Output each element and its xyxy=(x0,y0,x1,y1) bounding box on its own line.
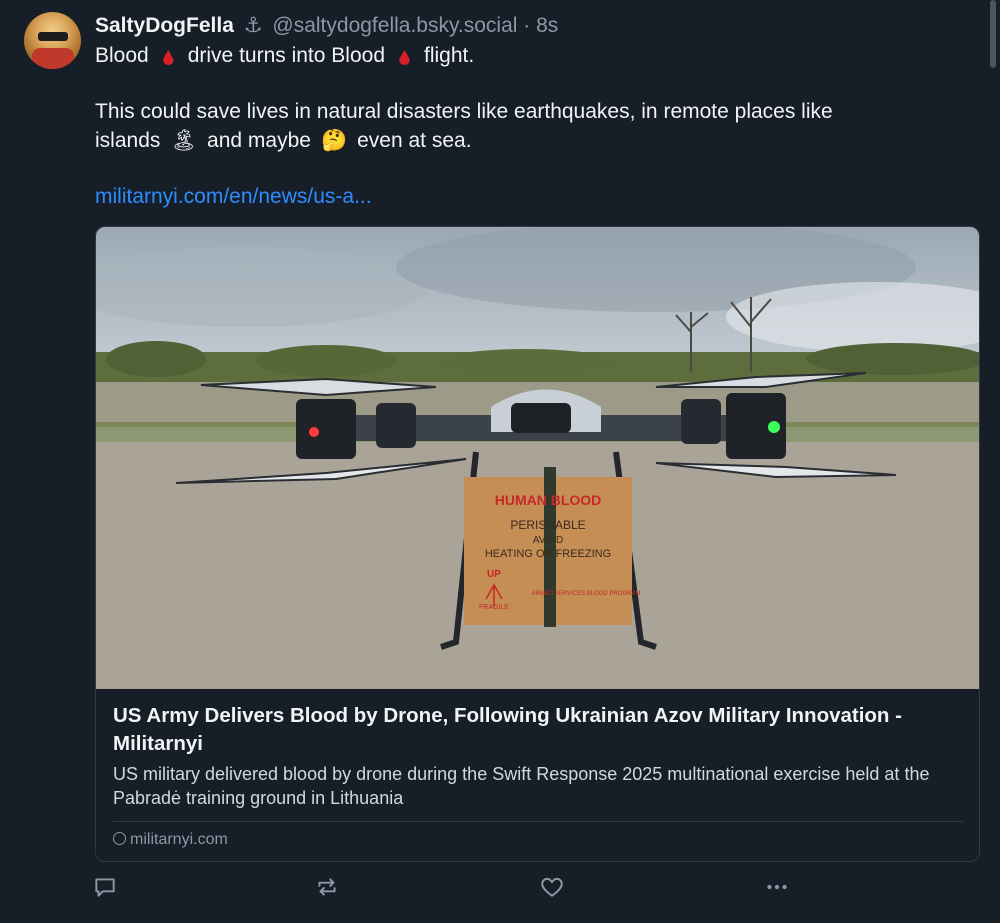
card-domain: militarnyi.com xyxy=(113,830,228,850)
avatar-jacket xyxy=(32,48,74,69)
scrollbar[interactable] xyxy=(990,0,996,68)
card-image[interactable]: HUMAN BLOOD PERISHABLE AVOID HEATING OR … xyxy=(96,227,979,689)
text-and-maybe: and maybe xyxy=(207,129,311,152)
post-link[interactable]: militarnyi.com/en/news/us-a... xyxy=(95,185,372,208)
separator-dot: · xyxy=(523,14,531,37)
timestamp[interactable]: 8s xyxy=(536,14,558,37)
box-label-1: HUMAN BLOOD xyxy=(495,492,602,508)
heart-icon[interactable] xyxy=(539,874,565,900)
card-description: US military delivered blood by drone dur… xyxy=(113,764,930,808)
more-icon[interactable] xyxy=(764,874,790,900)
blood-drop-icon xyxy=(162,50,174,65)
post-header: SaltyDogFella ⚓ @saltydogfella.bsky.soci… xyxy=(95,12,558,40)
card-title[interactable]: US Army Delivers Blood by Drone, Followi… xyxy=(113,702,963,758)
avatar[interactable] xyxy=(24,12,81,69)
card-divider xyxy=(113,821,963,822)
display-name[interactable]: SaltyDogFella xyxy=(95,14,234,37)
reply-icon[interactable] xyxy=(92,874,118,900)
blood-drop-icon xyxy=(399,50,410,65)
text-save-lives: This could save lives in natural disaste… xyxy=(95,100,833,123)
box-label-5: UP xyxy=(487,569,501,580)
post-actions xyxy=(0,874,1000,902)
text-islands: islands xyxy=(95,129,161,152)
text-flight: flight. xyxy=(424,44,475,67)
post-text: Blood drive turns into Blood flight. This … xyxy=(95,42,965,211)
drone-photo: HUMAN BLOOD PERISHABLE AVOID HEATING OR … xyxy=(96,227,979,689)
anchor-icon: ⚓ xyxy=(243,14,263,37)
post: SaltyDogFella ⚓ @saltydogfella.bsky.soci… xyxy=(0,0,1000,923)
box-label-2: PERISHABLE xyxy=(510,518,585,532)
text-drive: drive turns into Blood xyxy=(187,44,385,67)
post-line-2: This could save lives in natural disaste… xyxy=(95,98,965,155)
text-even-at-sea: even at sea. xyxy=(357,129,472,152)
repost-icon[interactable] xyxy=(314,874,340,900)
box-label-4: HEATING OR FREEZING xyxy=(485,548,611,560)
post-line-1: Blood drive turns into Blood flight. xyxy=(95,42,965,70)
box-label-7: ARMED SERVICES BLOOD PROGRAM xyxy=(532,591,641,597)
text-blood-1: Blood xyxy=(95,44,149,67)
link-card[interactable]: HUMAN BLOOD PERISHABLE AVOID HEATING OR … xyxy=(95,226,980,862)
globe-icon xyxy=(113,832,126,845)
avatar-sunglasses xyxy=(38,32,68,41)
handle[interactable]: @saltydogfella.bsky.social xyxy=(272,14,517,37)
island-icon: 🏝 xyxy=(170,128,198,152)
thinking-face-icon: 🤔 xyxy=(320,128,348,152)
card-domain-text: militarnyi.com xyxy=(130,831,228,848)
box-label-3: AVOID xyxy=(533,535,563,546)
